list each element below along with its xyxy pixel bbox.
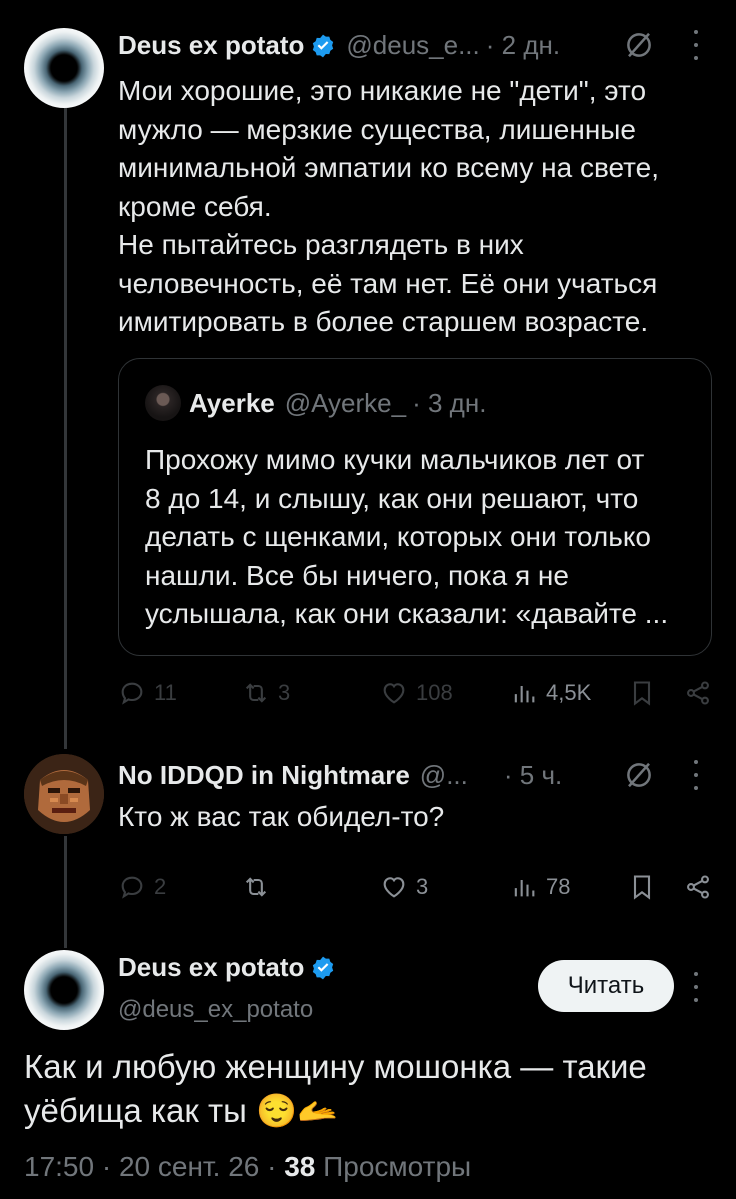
views-count[interactable]: 38 — [284, 1151, 315, 1182]
views-button[interactable]: 4,5K — [510, 676, 591, 710]
tweet2-header: No IDDQD in Nightmare @... · 5 ч. — [118, 760, 562, 791]
avatar[interactable] — [24, 754, 104, 834]
main-author-handle-row: @deus_ex_potato — [118, 996, 313, 1024]
thread-line-2 — [64, 836, 67, 948]
reply-icon — [121, 682, 143, 705]
main-author-name-row: Deus ex potato — [118, 952, 336, 983]
reply-icon — [121, 876, 143, 899]
tweet-meta: 17:50 · 20 сент. 26 · 38 Просмотры — [24, 1151, 471, 1183]
like-icon — [383, 683, 405, 704]
tweet-time[interactable]: · 5 ч. — [504, 760, 562, 791]
like-button[interactable]: 3 — [380, 870, 428, 904]
more-icon[interactable] — [692, 30, 700, 60]
like-count: 3 — [416, 874, 429, 899]
repost-button[interactable]: 3 — [242, 676, 290, 710]
grok-icon[interactable] — [624, 30, 654, 60]
tweet-time[interactable]: · 2 дн. — [486, 30, 560, 61]
tweet-actions: 2 3 78 — [118, 870, 712, 904]
more-icon[interactable] — [692, 972, 700, 1002]
quoted-tweet-text: Прохожу мимо кучки мальчиков лет от 8 до… — [145, 444, 669, 629]
author-name[interactable]: No IDDQD in Nightmare — [118, 760, 410, 791]
repost-icon — [245, 683, 267, 703]
emoji: 😌🫴 — [256, 1092, 339, 1129]
reply-button[interactable]: 11 — [118, 676, 177, 710]
bookmark-icon[interactable] — [628, 679, 656, 707]
like-count: 108 — [416, 680, 453, 705]
avatar — [145, 385, 181, 421]
repost-count: 3 — [278, 680, 291, 705]
bookmark-icon[interactable] — [628, 873, 656, 901]
repost-icon — [245, 877, 267, 897]
tweet-actions: 11 3 108 4,5K — [118, 676, 712, 710]
thread-line-1 — [64, 104, 67, 749]
like-icon — [383, 877, 405, 898]
main-tweet-text: Как и любую женщину мошонка — такие уёби… — [24, 1045, 714, 1133]
author-handle[interactable]: @deus_e... — [346, 30, 479, 61]
repost-button[interactable] — [242, 870, 278, 904]
avatar[interactable] — [24, 28, 104, 108]
like-button[interactable]: 108 — [380, 676, 453, 710]
author-name[interactable]: Deus ex potato — [118, 952, 304, 983]
share-icon[interactable] — [684, 873, 712, 901]
quoted-author-name: Ayerke — [189, 387, 275, 418]
avatar[interactable] — [24, 950, 104, 1030]
author-handle[interactable]: @... — [420, 760, 468, 791]
tweet-text: Мои хорошие, это никакие не "дети", это … — [118, 75, 660, 337]
author-handle[interactable]: @deus_ex_potato — [118, 996, 313, 1024]
reply-count: 2 — [154, 874, 167, 899]
verified-badge-icon — [313, 34, 334, 57]
quoted-tweet-time: · 3 дн. — [412, 387, 487, 418]
views-count: 4,5K — [546, 680, 592, 705]
quoted-tweet-header: Ayerke @Ayerke_ · 3 дн. — [145, 385, 486, 421]
reply-count: 11 — [154, 680, 177, 705]
doomguy-face-icon — [24, 754, 104, 834]
tweet-timestamp[interactable]: 17:50 · 20 сент. 26 · — [24, 1151, 284, 1182]
follow-button[interactable]: Читать — [538, 960, 674, 1012]
views-count: 78 — [546, 874, 571, 899]
views-icon — [514, 686, 535, 703]
share-icon[interactable] — [684, 679, 712, 707]
grok-icon[interactable] — [624, 760, 654, 790]
quoted-tweet[interactable]: Ayerke @Ayerke_ · 3 дн. Прохожу мимо куч… — [118, 358, 712, 656]
author-name[interactable]: Deus ex potato — [118, 30, 304, 61]
more-icon[interactable] — [692, 760, 700, 790]
tweet1-header: Deus ex potato @deus_e... · 2 дн. — [118, 30, 560, 61]
views-label[interactable]: Просмотры — [315, 1151, 471, 1182]
views-icon — [514, 880, 535, 897]
verified-badge-icon — [313, 956, 334, 979]
reply-button[interactable]: 2 — [118, 870, 166, 904]
tweet-text: Кто ж вас так обидел-то? — [118, 801, 445, 832]
quoted-author-handle: @Ayerke_ — [284, 387, 407, 418]
views-button[interactable]: 78 — [510, 870, 570, 904]
